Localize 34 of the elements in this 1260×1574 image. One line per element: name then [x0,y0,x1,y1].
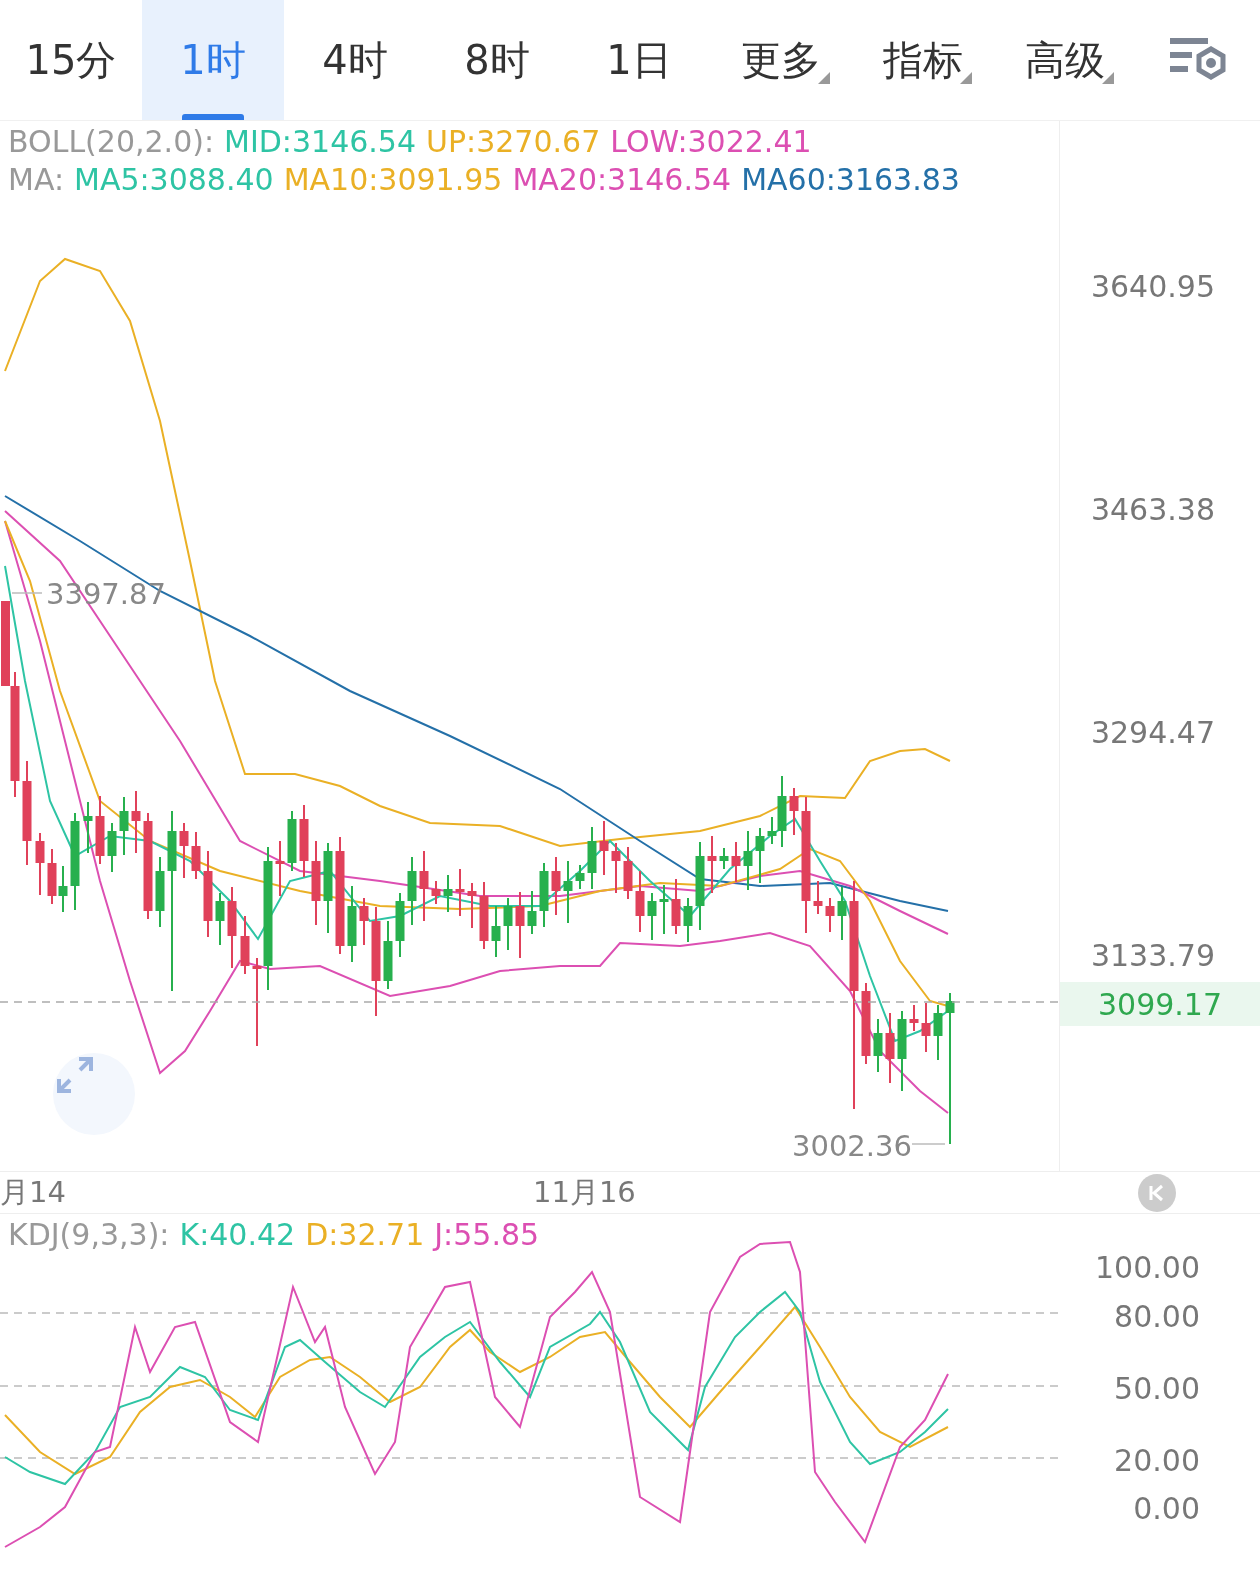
indicator-value: D:32.71 [305,1216,425,1254]
indicator-axis-label: 0.00 [1133,1490,1200,1526]
price-axis-label: 3463.38 [1090,491,1215,527]
indicator-axis-label: 20.00 [1114,1442,1200,1478]
indicator-value: J:55.85 [434,1216,540,1254]
time-axis-label: 11月16 [533,1173,636,1211]
indicator-value: K:40.42 [179,1216,296,1254]
current-price-label: 3099.17 [1060,982,1260,1026]
tab[interactable]: 1时 [142,0,284,120]
tab[interactable]: 15分 [0,0,142,120]
tab[interactable]: 高级 [994,0,1136,120]
tab[interactable]: 指标 [852,0,994,120]
tab[interactable]: 8时 [426,0,568,120]
indicator-label: KDJ(9,3,3): [8,1216,170,1254]
indicator-value: MID:3146.54 [224,123,417,161]
indicator-label: BOLL(20,2.0): [8,123,215,161]
tab[interactable]: 1日 [568,0,710,120]
price-axis-label: 3133.79 [1090,937,1215,973]
indicator-label: MA: [8,161,64,199]
indicator-axis-label: 100.00 [1095,1249,1200,1285]
skip-to-start-button[interactable] [1138,1174,1176,1212]
indicator-value: LOW:3022.41 [610,123,812,161]
tab[interactable]: 更多 [710,0,852,120]
indicator-value: UP:3270.67 [426,123,601,161]
price-axis-label: 3640.95 [1090,268,1215,304]
indicator-axis-label: 80.00 [1114,1298,1200,1334]
indicator-value: MA20:3146.54 [512,161,732,199]
indicator-value: MA5:3088.40 [74,161,274,199]
time-axis-label: 月14 [0,1173,66,1211]
indicator-value: MA10:3091.95 [283,161,503,199]
indicator-value: MA60:3163.83 [741,161,960,199]
price-axis-label: 3294.47 [1090,714,1215,750]
tab[interactable]: 4时 [284,0,426,120]
indicator-axis-label: 50.00 [1114,1370,1200,1406]
